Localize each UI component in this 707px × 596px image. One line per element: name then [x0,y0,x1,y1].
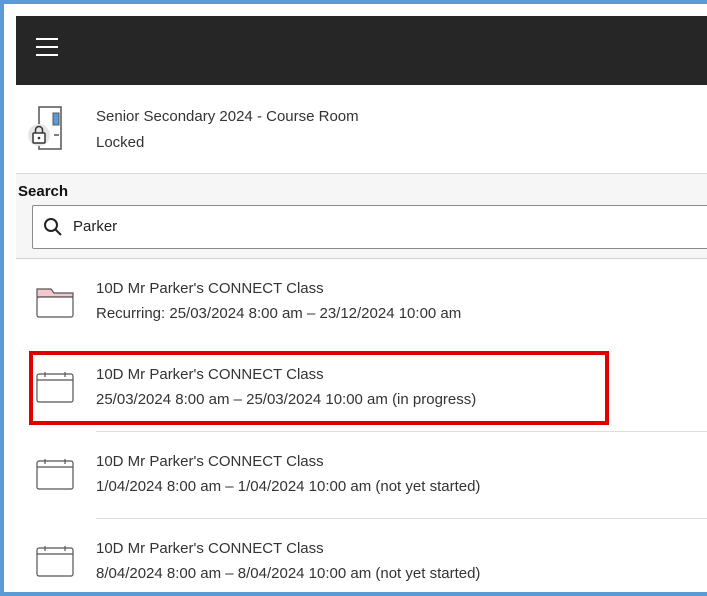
course-room-row[interactable]: Senior Secondary 2024 - Course Room Lock… [16,85,707,174]
session-time: 8/04/2024 8:00 am – 8/04/2024 10:00 am (… [96,565,481,582]
calendar-icon [36,546,74,577]
session-title: 10D Mr Parker's CONNECT Class [96,366,324,383]
session-item[interactable]: 10D Mr Parker's CONNECT Class 8/04/2024 … [16,519,707,592]
session-title: 10D Mr Parker's CONNECT Class [96,453,324,470]
search-box[interactable] [32,205,707,249]
top-bar [16,16,707,85]
locked-door-icon [28,106,62,150]
session-time: 25/03/2024 8:00 am – 25/03/2024 10:00 am… [96,391,477,408]
session-list: 10D Mr Parker's CONNECT Class Recurring:… [16,259,707,592]
search-icon [44,218,62,236]
search-section: Search [16,174,707,259]
course-room-title: Senior Secondary 2024 - Course Room [96,108,359,125]
session-time: 1/04/2024 8:00 am – 1/04/2024 10:00 am (… [96,478,481,495]
session-title: 10D Mr Parker's CONNECT Class [96,540,324,557]
calendar-icon [36,372,74,403]
session-title: 10D Mr Parker's CONNECT Class [96,280,324,297]
hamburger-menu-icon[interactable] [36,38,58,56]
course-room-status: Locked [96,134,145,151]
search-label: Search [18,183,69,200]
session-item[interactable]: 10D Mr Parker's CONNECT Class Recurring:… [16,259,707,345]
folder-icon [36,288,74,318]
search-input[interactable] [73,218,673,235]
calendar-icon [36,459,74,490]
session-time: Recurring: 25/03/2024 8:00 am – 23/12/20… [96,305,462,322]
session-item[interactable]: 10D Mr Parker's CONNECT Class 1/04/2024 … [16,432,707,518]
session-item[interactable]: 10D Mr Parker's CONNECT Class 25/03/2024… [16,345,707,431]
app-frame: Senior Secondary 2024 - Course Room Lock… [0,0,707,596]
